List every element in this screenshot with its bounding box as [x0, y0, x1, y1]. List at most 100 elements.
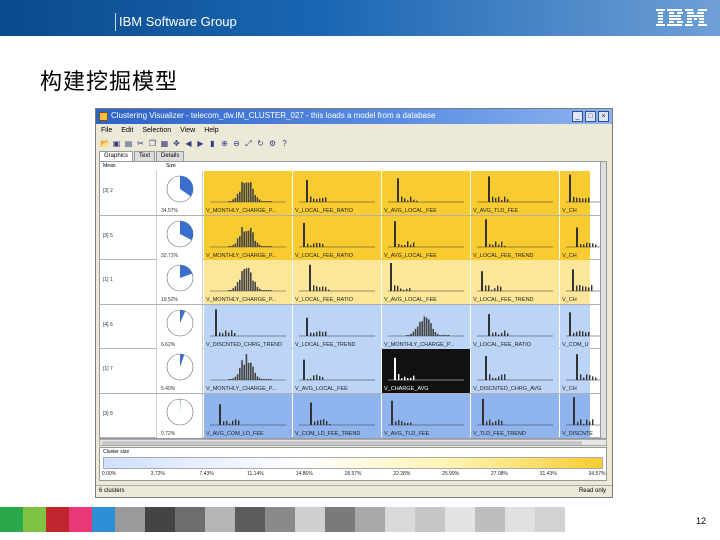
menu-selection[interactable]: Selection — [142, 127, 171, 134]
attribute-cell[interactable]: V_DISCNTED_CHRG_TREND — [204, 304, 292, 349]
attribute-cell[interactable]: V_MONTHLY_CHARGE_P... — [204, 349, 292, 393]
menu-help[interactable]: Help — [204, 127, 218, 134]
distribution-bar — [410, 244, 412, 247]
attribute-cell[interactable]: V_LOCAL_FEE_RATIO — [293, 260, 381, 304]
refresh-icon[interactable]: ↻ — [256, 139, 265, 148]
paste-icon[interactable]: ▦ — [160, 139, 169, 148]
horizontal-scrollbar[interactable] — [99, 439, 607, 446]
menu-edit[interactable]: Edit — [121, 127, 133, 134]
cluster-row[interactable]: [1] 7 5.40% V_MONTHLY_CHARGE_P... V_AVG_LOC… — [100, 349, 606, 394]
attribute-cell[interactable]: V_TLD_FEE_TREND — [471, 393, 559, 438]
vertical-scrollbar[interactable] — [600, 162, 606, 438]
zoom-out-icon[interactable]: ⊖ — [232, 139, 241, 148]
cluster-row[interactable]: [4] 6 6.62% V_DISCNTED_CHRG_TREND V_LOCAL_F… — [100, 304, 606, 349]
distribution-chart — [477, 271, 553, 292]
attribute-cell[interactable]: V_DISCNTED_CHRG_AVG — [471, 349, 559, 393]
cluster-row[interactable]: [3] 5 32.71% V_MONTHLY_CHARGE_P... V_LOCAL_… — [100, 215, 606, 260]
distribution-bar — [320, 419, 322, 425]
cluster-size-tick: 3.72% — [150, 471, 165, 477]
histogram-bar — [430, 322, 432, 336]
attribute-cell[interactable]: V_LOCAL_FEE_TREND — [471, 215, 559, 260]
distribution-bar — [310, 196, 312, 202]
window-titlebar[interactable]: Clustering Visualizer - telecom_dw.IM_CL… — [96, 109, 612, 124]
distribution-bar — [404, 198, 406, 202]
attribute-cell[interactable]: V_DISCNTE — [560, 393, 606, 438]
menu-file[interactable]: File — [101, 127, 112, 134]
distribution-bar — [235, 418, 237, 425]
fit-icon[interactable]: ⤢ — [244, 139, 253, 148]
back-icon[interactable]: ◀ — [184, 139, 193, 148]
distribution-bar — [397, 285, 399, 291]
horizontal-scroll-thumb[interactable] — [102, 441, 582, 445]
attribute-cell[interactable]: V_CH — [560, 349, 606, 393]
print-icon[interactable]: ▤ — [124, 139, 133, 148]
forward-icon[interactable]: ▶ — [196, 139, 205, 148]
attribute-cell[interactable]: V_COM_U — [560, 304, 606, 349]
histogram-bar — [241, 271, 243, 291]
attribute-cell[interactable]: V_LOCAL_FEE_TREND — [293, 304, 381, 349]
attribute-cell[interactable]: V_AVG_TLD_FEE — [471, 171, 559, 215]
header-group-name: IBM Software Group — [119, 14, 237, 29]
attribute-cell[interactable]: V_CH — [560, 260, 606, 304]
attribute-cell[interactable]: V_AVG_COM_LD_FEE — [204, 393, 292, 438]
minimize-icon[interactable]: _ — [572, 111, 583, 122]
attribute-cell[interactable]: V_AVG_LOCAL_FEE — [382, 215, 470, 260]
distribution-bar — [316, 242, 318, 247]
open-icon[interactable]: 📂 — [100, 139, 110, 148]
settings-icon[interactable]: ⚙ — [268, 139, 277, 148]
distribution-bar — [404, 244, 406, 247]
cluster-row[interactable]: [3] 8 0.72% V_AVG_COM_LD_FEE V_COM_LD_FEE_T… — [100, 393, 606, 438]
attribute-cell[interactable]: V_AVG_LOCAL_FEE — [293, 349, 381, 393]
distribution-bar — [576, 331, 578, 336]
attribute-cell[interactable]: V_AVG_TLD_FEE — [382, 393, 470, 438]
attribute-cell[interactable]: V_CH — [560, 171, 606, 215]
cluster-size-pie — [166, 353, 194, 381]
distribution-spike — [391, 400, 393, 425]
chart-icon[interactable]: ▮ — [208, 139, 217, 148]
attribute-cell[interactable]: V_AVG_LOCAL_FEE — [382, 171, 470, 215]
app-icon — [99, 112, 108, 121]
attribute-cell[interactable]: V_MONTHLY_CHARGE_P... — [382, 304, 470, 349]
histogram-bar — [232, 288, 234, 291]
save-icon[interactable]: ▣ — [112, 139, 121, 148]
menu-view[interactable]: View — [180, 127, 195, 134]
attribute-cell[interactable]: V_COM_LD_FEE_TREND — [293, 393, 381, 438]
distribution-bar — [498, 376, 500, 380]
attribute-label: V_AVG_LOCAL_FEE — [384, 297, 437, 303]
distribution-chart — [210, 309, 286, 336]
distribution-bar — [307, 243, 309, 247]
tab-text[interactable]: Text — [134, 151, 156, 161]
attribute-cell[interactable]: V_LOCAL_FEE_RATIO — [293, 171, 381, 215]
histogram-chart — [210, 182, 286, 203]
attribute-cell[interactable]: V_MONTHLY_CHARGE_P... — [204, 171, 292, 215]
histogram-bar — [241, 360, 243, 380]
distribution-bar — [589, 374, 591, 380]
distribution-spike — [482, 398, 484, 425]
cluster-row[interactable]: [1] 1 19.52% V_MONTHLY_CHARGE_P... V_LOCAL_… — [100, 260, 606, 305]
attribute-cell[interactable]: V_CH — [560, 215, 606, 260]
cut-icon[interactable]: ✂ — [136, 139, 145, 148]
cluster-row[interactable]: [3] 2 34.57% V_MONTHLY_CHARGE_P... V_LOCAL_… — [100, 171, 606, 216]
cluster-grid: Mean Size [3] 2 34.57% V_MONTHLY_CHARGE_P.… — [99, 161, 607, 439]
attribute-cell[interactable]: V_LOCAL_FEE_RATIO — [293, 215, 381, 260]
distribution-chart — [299, 317, 375, 336]
tab-graphics[interactable]: Graphics — [99, 151, 134, 161]
copy-icon[interactable]: ❐ — [148, 139, 157, 148]
attribute-cell[interactable]: V_LOCAL_FEE_RATIO — [471, 304, 559, 349]
help-icon[interactable]: ? — [280, 139, 289, 148]
zoom-in-icon[interactable]: ⊕ — [220, 139, 229, 148]
histogram-bar — [419, 321, 421, 336]
attribute-cell[interactable]: V_AVG_LOCAL_FEE — [382, 260, 470, 304]
tab-details[interactable]: Details — [156, 151, 185, 161]
attribute-cell[interactable]: V_CHARGE_AVG — [382, 349, 470, 393]
attribute-cell[interactable]: V_MONTHLY_CHARGE_P... — [204, 260, 292, 304]
attribute-cell[interactable]: V_LOCAL_FEE_TREND — [471, 260, 559, 304]
distribution-bar — [489, 419, 491, 425]
move-icon[interactable]: ✥ — [172, 139, 181, 148]
attribute-cell[interactable]: V_MONTHLY_CHARGE_P... — [204, 215, 292, 260]
distribution-bar — [322, 331, 324, 336]
histogram-chart — [210, 226, 286, 247]
maximize-icon[interactable]: □ — [585, 111, 596, 122]
column-header-mean: Mean — [103, 163, 116, 169]
close-icon[interactable]: × — [598, 111, 609, 122]
